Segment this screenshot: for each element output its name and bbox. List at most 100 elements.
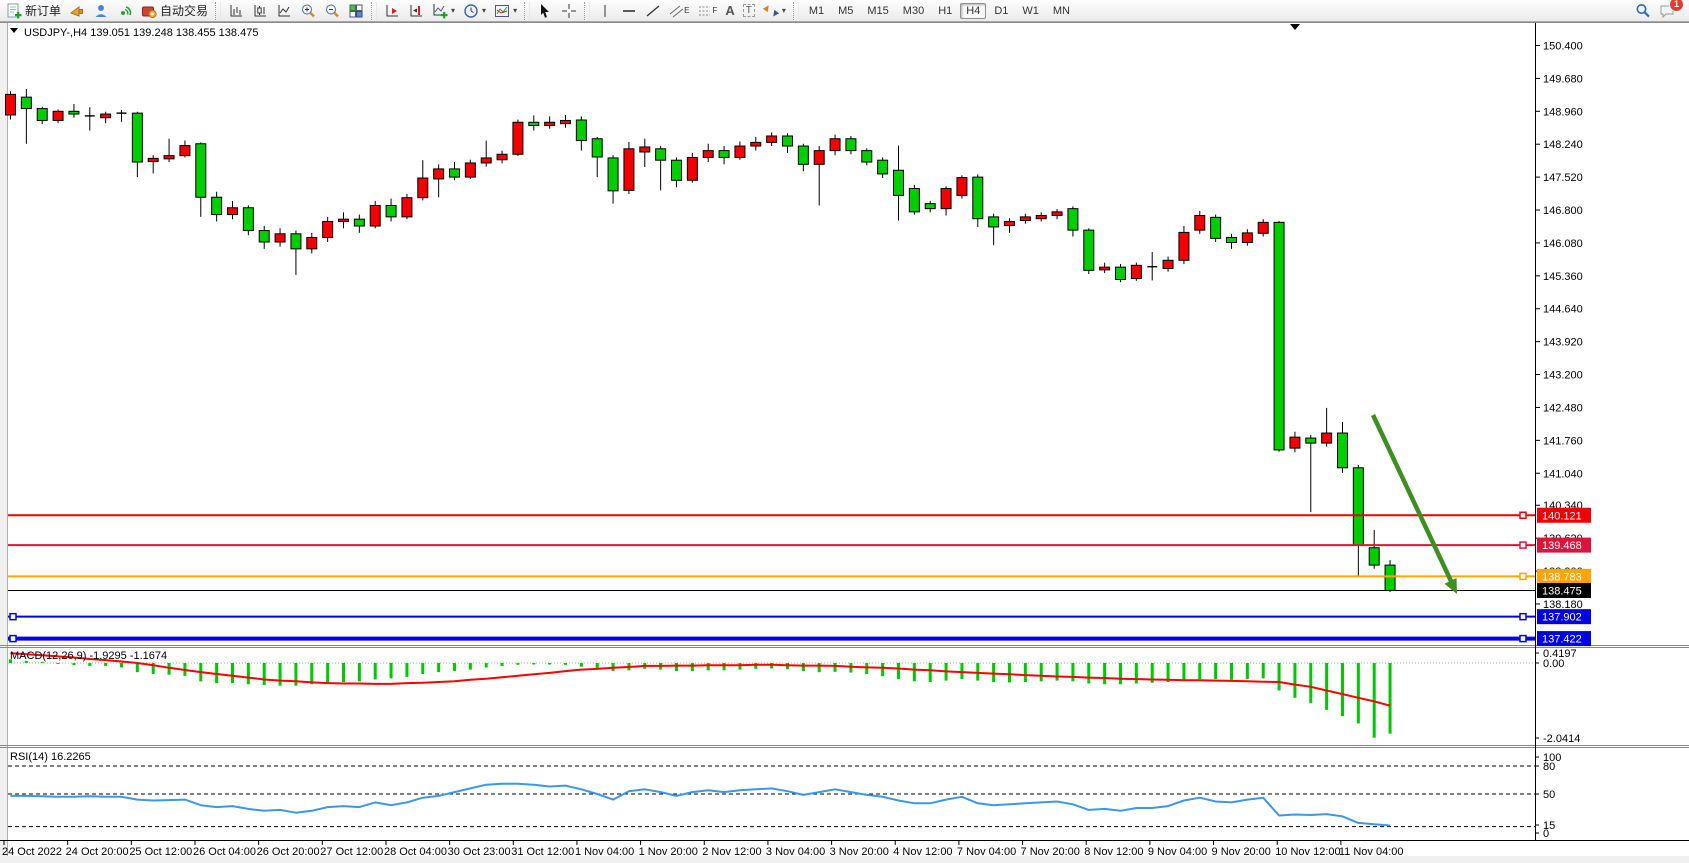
macd-scale-label: -2.0414 — [1543, 733, 1580, 745]
timeframe-d1-button[interactable]: D1 — [988, 3, 1014, 19]
macd-histogram-bar — [1198, 663, 1201, 679]
new-order-button[interactable]: 新订单 — [2, 0, 65, 22]
timeframe-h1-button[interactable]: H1 — [932, 3, 958, 19]
terminal-window: 新订单 自动交易 — [0, 0, 1689, 863]
auto-trading-button[interactable]: 自动交易 — [137, 0, 212, 22]
chart-canvas[interactable]: MACD(12,26,9) -1.9295 -1.1674RSI(14) 16.… — [0, 0, 1689, 863]
bear-candle — [1211, 217, 1221, 238]
line-handle[interactable] — [1520, 614, 1526, 620]
macd-histogram-bar — [1246, 663, 1249, 679]
trendline-button[interactable] — [641, 0, 665, 22]
zoom-in-button[interactable] — [296, 0, 320, 22]
bear-candle — [243, 208, 253, 231]
text-button[interactable]: A — [721, 0, 738, 22]
zoom-out-button[interactable] — [320, 0, 344, 22]
candlestick-mode-button[interactable] — [248, 0, 272, 22]
horizontal-line-button[interactable] — [617, 0, 641, 22]
auto-scroll-button[interactable] — [380, 0, 404, 22]
time-tick-label: 28 Oct 04:00 — [384, 846, 447, 858]
equidistant-channel-button[interactable]: E — [665, 0, 693, 22]
crosshair-button[interactable] — [557, 0, 581, 22]
arrow-tools-icon — [763, 3, 779, 19]
text-label-button[interactable]: T — [739, 0, 759, 22]
bull-candle — [180, 146, 190, 156]
macd-histogram-bar — [1293, 663, 1296, 698]
macd-histogram-bar — [247, 663, 250, 684]
rsi-label: RSI(14) 16.2265 — [10, 751, 91, 763]
time-tick-label: 8 Nov 12:00 — [1084, 846, 1143, 858]
macd-histogram-bar — [723, 663, 726, 670]
timeframe-h4-button[interactable]: H4 — [960, 3, 986, 19]
bull-candle — [402, 198, 412, 217]
chart-shift-button[interactable] — [404, 0, 428, 22]
time-tick-label: 30 Oct 23:00 — [448, 846, 511, 858]
macd-histogram-bar — [516, 663, 519, 665]
macd-histogram-bar — [485, 663, 488, 667]
trumpet-button[interactable] — [65, 0, 89, 22]
bear-candle — [1274, 222, 1284, 450]
price-tick-label: 148.240 — [1543, 139, 1583, 151]
macd-histogram-bar — [738, 663, 741, 670]
clock-icon — [463, 3, 479, 19]
time-tick-label: 3 Nov 04:00 — [766, 846, 825, 858]
line-handle[interactable] — [1520, 573, 1526, 579]
bear-candle — [608, 158, 618, 191]
time-tick-label: 4 Nov 12:00 — [893, 846, 952, 858]
bear-candle — [1084, 230, 1094, 270]
timeframe-m1-button[interactable]: M1 — [803, 3, 830, 19]
macd-histogram-bar — [1056, 663, 1059, 681]
bull-candle — [323, 221, 333, 237]
templates-icon — [494, 3, 510, 19]
line-handle[interactable] — [1520, 542, 1526, 548]
macd-histogram-bar — [976, 663, 979, 681]
line-handle[interactable] — [1520, 636, 1526, 642]
channel-icon — [669, 3, 685, 19]
trumpet-icon — [69, 3, 85, 19]
fibonacci-button[interactable]: F — [693, 0, 721, 22]
timeframe-w1-button[interactable]: W1 — [1016, 3, 1045, 19]
timeframe-mn-button[interactable]: MN — [1047, 3, 1076, 19]
macd-histogram-bar — [1278, 663, 1281, 690]
macd-histogram-bar — [564, 663, 567, 665]
macd-histogram-bar — [1087, 663, 1090, 683]
macd-histogram-bar — [865, 663, 868, 674]
macd-histogram-bar — [1341, 663, 1344, 716]
chat-button[interactable]: 1 — [1655, 0, 1679, 22]
line-chart-mode-button[interactable] — [272, 0, 296, 22]
vertical-line-icon — [597, 3, 613, 19]
timeframe-m5-button[interactable]: M5 — [832, 3, 859, 19]
line-handle[interactable] — [10, 636, 16, 642]
signals-button[interactable] — [113, 0, 137, 22]
tile-windows-button[interactable] — [344, 0, 368, 22]
macd-histogram-bar — [501, 663, 504, 666]
periods-button[interactable]: ▾ — [459, 0, 490, 22]
bear-candle — [656, 149, 666, 160]
bear-candle — [1353, 468, 1363, 545]
new-chart-button[interactable]: ▾ — [428, 0, 459, 22]
macd-histogram-bar — [41, 662, 44, 663]
bear-candle — [449, 169, 459, 177]
price-tick-label: 149.680 — [1543, 73, 1583, 85]
price-tick-label: 148.960 — [1543, 106, 1583, 118]
line-handle[interactable] — [1520, 512, 1526, 518]
bear-candle — [782, 136, 792, 146]
vertical-line-button[interactable] — [593, 0, 617, 22]
arrows-button[interactable]: ▾ — [759, 0, 790, 22]
bar-chart-mode-button[interactable] — [224, 0, 248, 22]
contact-button[interactable] — [89, 0, 113, 22]
templates-button[interactable]: ▾ — [490, 0, 521, 22]
line-chart-icon — [276, 3, 292, 19]
search-button[interactable] — [1631, 0, 1655, 22]
timeframe-m15-button[interactable]: M15 — [861, 3, 894, 19]
timeframe-m30-button[interactable]: M30 — [897, 3, 930, 19]
line-handle[interactable] — [10, 614, 16, 620]
bull-candle — [624, 149, 634, 191]
trendline-icon — [645, 3, 661, 19]
bull-candle — [418, 178, 428, 198]
bull-candle — [465, 163, 475, 177]
bull-candle — [227, 208, 237, 215]
bear-candle — [529, 122, 539, 125]
signals-icon — [117, 3, 133, 19]
bull-candle — [941, 189, 951, 209]
cursor-button[interactable] — [533, 0, 557, 22]
